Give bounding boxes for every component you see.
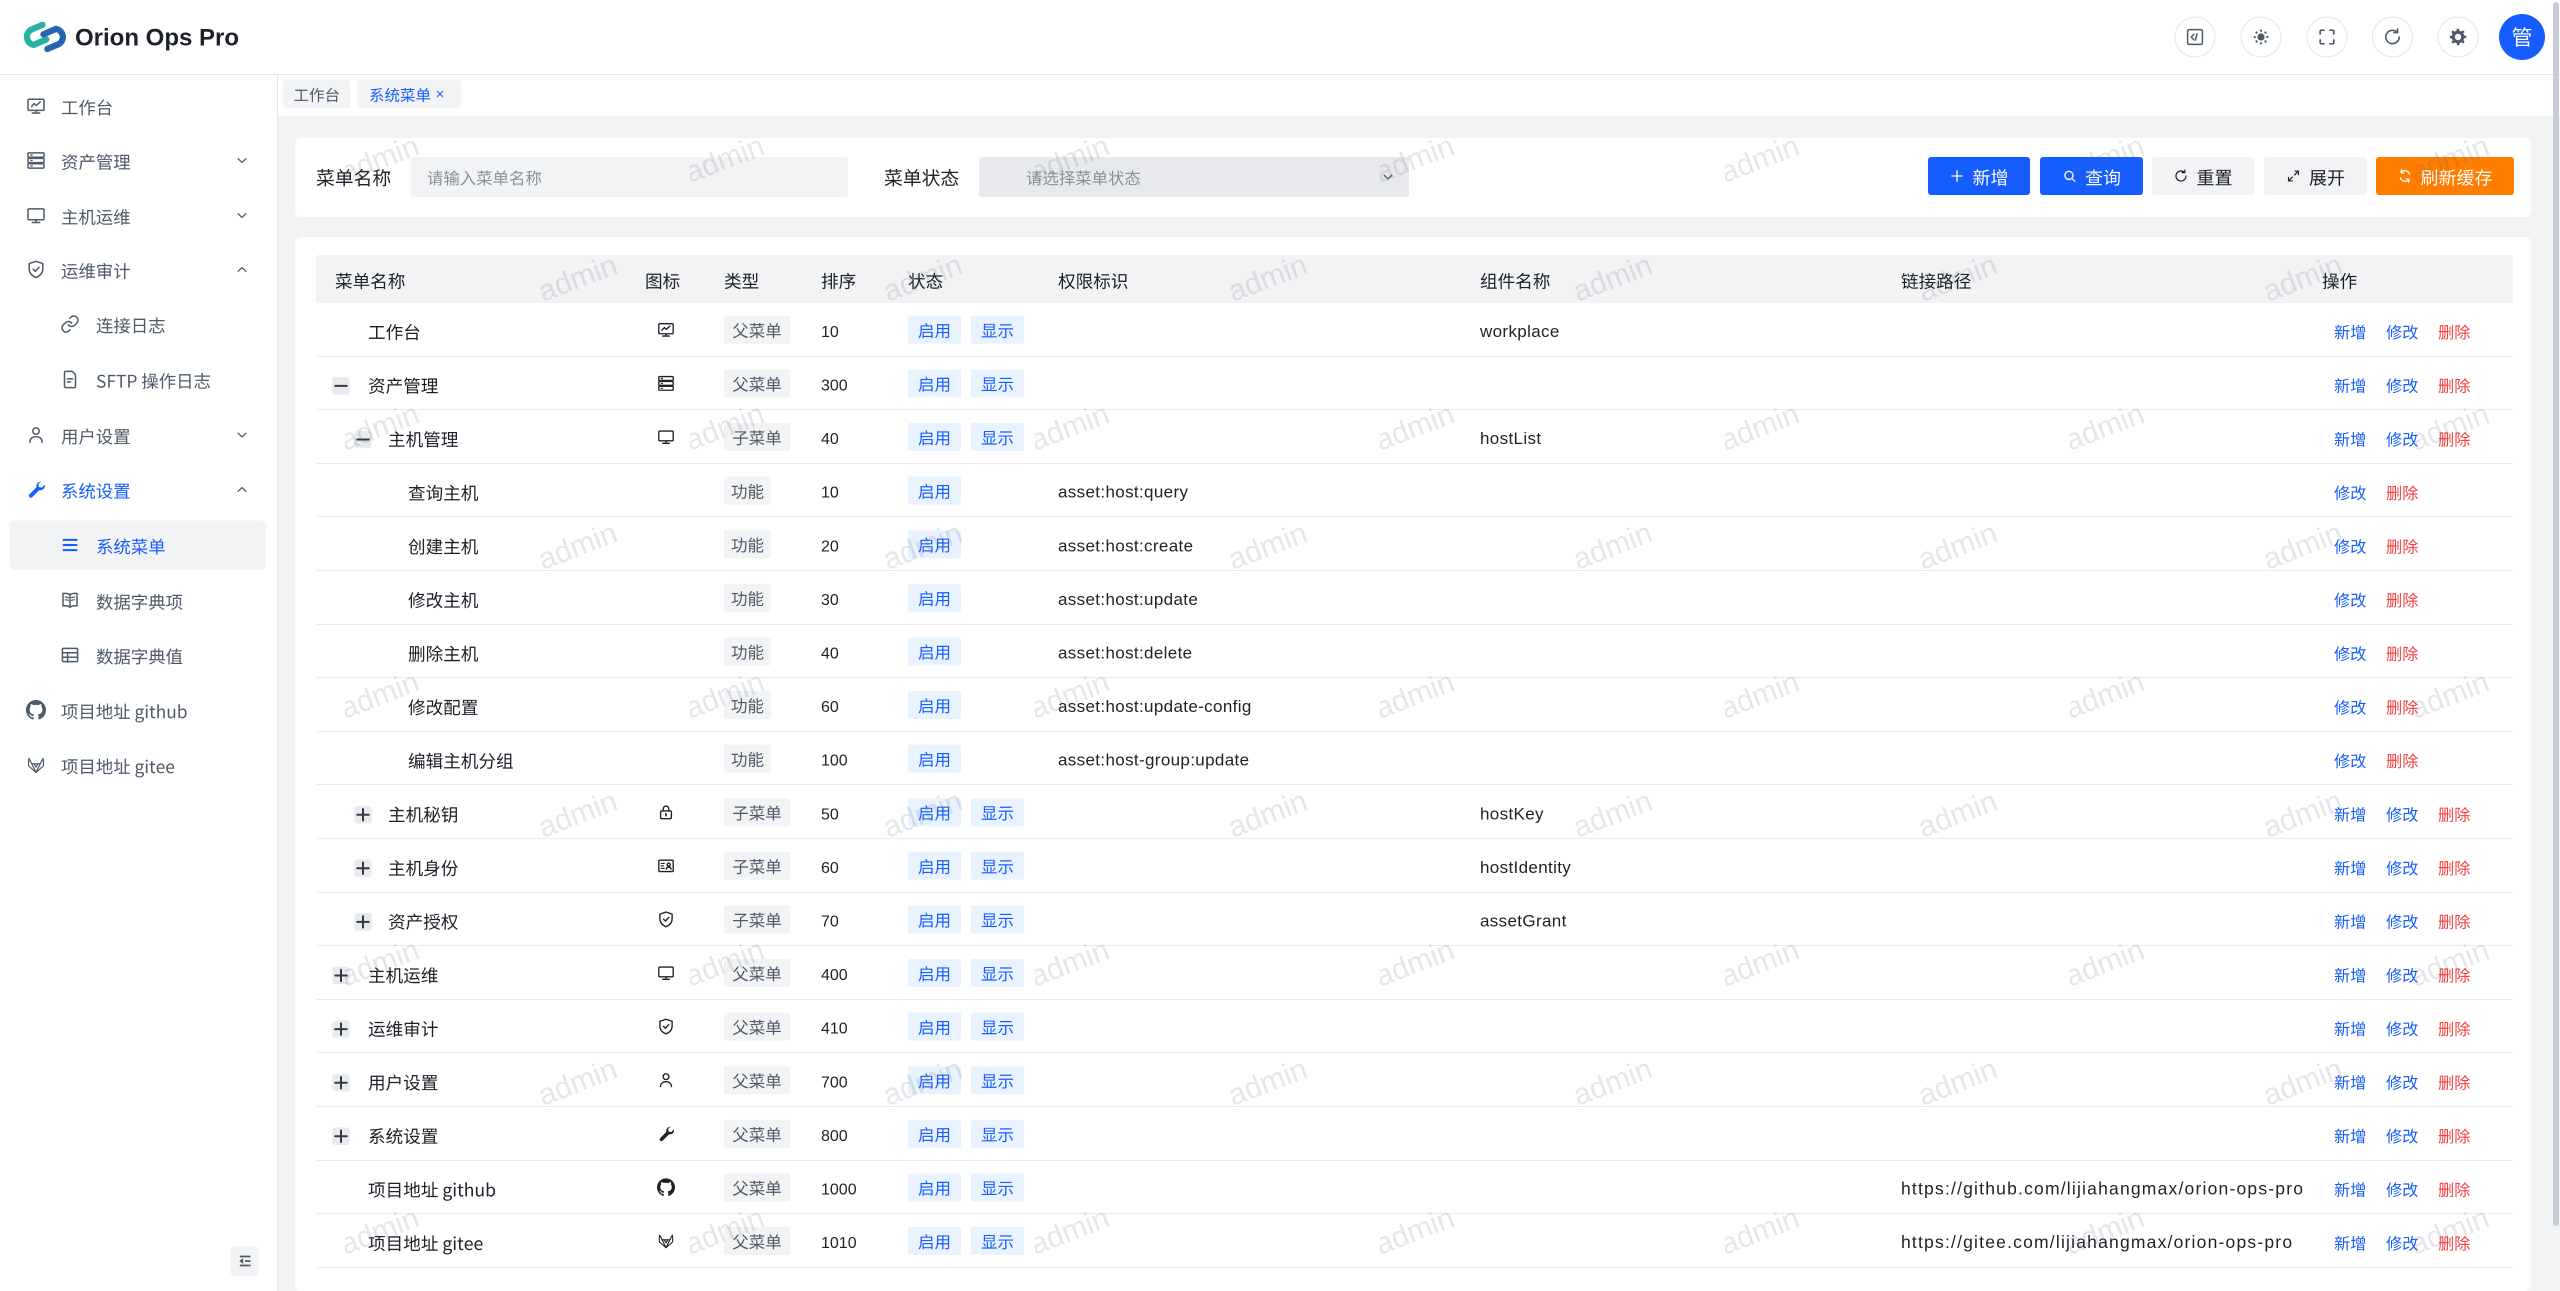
svg-text:Orion Ops Pro: Orion Ops Pro bbox=[75, 24, 239, 51]
